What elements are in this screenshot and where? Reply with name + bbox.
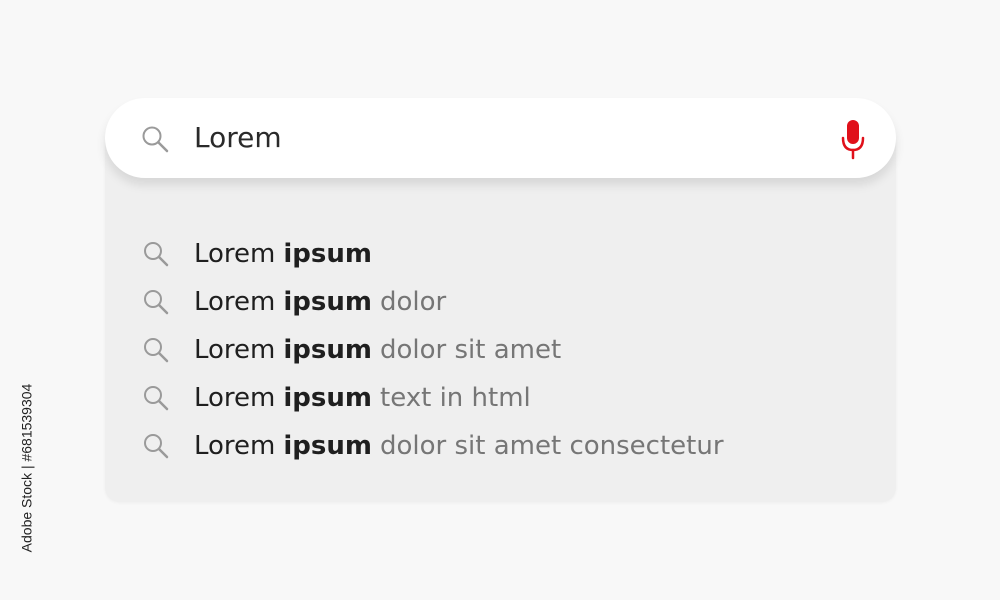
search-icon: [142, 126, 169, 153]
search-ui: Lorem ipsum Lorem ipsum dolor Lorem ipsu…: [0, 0, 1000, 600]
suggestion-completion-bold: ipsum: [283, 383, 372, 413]
suggestion-completion-bold: ipsum: [283, 239, 372, 269]
search-icon: [144, 242, 169, 267]
suggestion-item[interactable]: Lorem ipsum dolor sit amet: [142, 330, 561, 370]
search-input[interactable]: [194, 98, 794, 178]
search-icon: [144, 434, 169, 459]
suggestion-completion-rest: dolor sit amet: [380, 335, 562, 365]
suggestion-typed-text: Lorem: [194, 239, 276, 269]
suggestions-dropdown: Lorem ipsum Lorem ipsum dolor Lorem ipsu…: [105, 140, 896, 502]
watermark-text: Adobe Stock | #681539304: [18, 383, 35, 552]
search-icon: [144, 338, 169, 363]
suggestion-typed-text: Lorem: [194, 383, 276, 413]
suggestion-item[interactable]: Lorem ipsum text in html: [142, 378, 531, 418]
suggestion-completion-bold: ipsum: [283, 287, 372, 317]
suggestion-item[interactable]: Lorem ipsum dolor sit amet consectetur: [142, 426, 724, 466]
suggestion-completion-rest: dolor: [380, 287, 447, 317]
stock-watermark: Adobe Stock | #681539304: [14, 360, 38, 575]
suggestion-completion-bold: ipsum: [283, 431, 372, 461]
suggestion-typed-text: Lorem: [194, 431, 276, 461]
suggestion-item[interactable]: Lorem ipsum dolor: [142, 282, 446, 322]
suggestion-item[interactable]: Lorem ipsum: [142, 234, 380, 274]
search-icon: [144, 386, 169, 411]
search-bar: [105, 98, 896, 178]
suggestion-typed-text: Lorem: [194, 335, 276, 365]
suggestion-completion-rest: dolor sit amet consectetur: [380, 431, 724, 461]
suggestion-completion-rest: text in html: [380, 383, 531, 413]
search-icon: [144, 290, 169, 315]
microphone-icon[interactable]: [839, 118, 867, 162]
suggestions-list: Lorem ipsum Lorem ipsum dolor Lorem ipsu…: [105, 140, 896, 502]
suggestion-typed-text: Lorem: [194, 287, 276, 317]
suggestion-completion-bold: ipsum: [283, 335, 372, 365]
